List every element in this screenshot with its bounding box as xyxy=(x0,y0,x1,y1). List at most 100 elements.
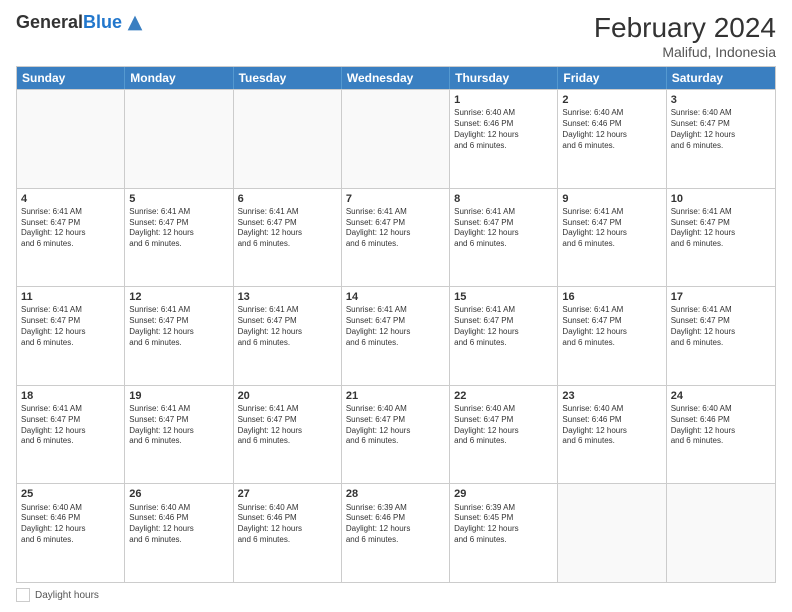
table-row: 28 Sunrise: 6:39 AM Sunset: 6:46 PM Dayli… xyxy=(342,484,450,582)
cell-info: Sunrise: 6:41 AM Sunset: 6:47 PM Dayligh… xyxy=(21,305,120,348)
table-row: 23Sunrise: 6:40 AM Sunset: 6:46 PM Dayli… xyxy=(558,386,666,484)
cell-info: Sunrise: 6:41 AM Sunset: 6:47 PM Dayligh… xyxy=(562,207,661,250)
table-row: 9Sunrise: 6:41 AM Sunset: 6:47 PM Daylig… xyxy=(558,189,666,287)
logo-general: General xyxy=(16,12,83,32)
cell-day-number: 6 xyxy=(238,192,337,206)
table-row: 16Sunrise: 6:41 AM Sunset: 6:47 PM Dayli… xyxy=(558,287,666,385)
cell-info: Sunrise: 6:41 AM Sunset: 6:47 PM Dayligh… xyxy=(129,305,228,348)
cell-info: Sunrise: 6:41 AM Sunset: 6:47 PM Dayligh… xyxy=(21,207,120,250)
table-row: 11Sunrise: 6:41 AM Sunset: 6:47 PM Dayli… xyxy=(17,287,125,385)
month-year: February 2024 xyxy=(594,12,776,44)
cell-day-number: 9 xyxy=(562,192,661,206)
cell-day-number: 11 xyxy=(21,290,120,304)
calendar-row-2: 4Sunrise: 6:41 AM Sunset: 6:47 PM Daylig… xyxy=(17,188,775,287)
table-row: 26 Sunrise: 6:40 AM Sunset: 6:46 PM Dayli… xyxy=(125,484,233,582)
logo-text: GeneralBlue xyxy=(16,13,122,33)
cell-day-number: 12 xyxy=(129,290,228,304)
cell-day-number: 24 xyxy=(671,389,771,403)
cell-day-number: 10 xyxy=(671,192,771,206)
cell-info: Sunrise: 6:41 AM Sunset: 6:47 PM Dayligh… xyxy=(346,305,445,348)
title-block: February 2024 Malifud, Indonesia xyxy=(594,12,776,60)
cell-day-number: 29 xyxy=(454,487,553,501)
table-row: 17Sunrise: 6:41 AM Sunset: 6:47 PM Dayli… xyxy=(667,287,775,385)
footer-label: Daylight hours xyxy=(35,590,99,601)
table-row: 27 Sunrise: 6:40 AM Sunset: 6:46 PM Dayli… xyxy=(234,484,342,582)
cell-day-number: 28 xyxy=(346,487,445,501)
table-row xyxy=(234,90,342,188)
cell-day-number: 21 xyxy=(346,389,445,403)
table-row: 24Sunrise: 6:40 AM Sunset: 6:46 PM Dayli… xyxy=(667,386,775,484)
cell-day-number: 16 xyxy=(562,290,661,304)
table-row: 15Sunrise: 6:41 AM Sunset: 6:47 PM Dayli… xyxy=(450,287,558,385)
table-row: 7Sunrise: 6:41 AM Sunset: 6:47 PM Daylig… xyxy=(342,189,450,287)
cell-info: Sunrise: 6:41 AM Sunset: 6:47 PM Dayligh… xyxy=(346,207,445,250)
cell-day-number: 14 xyxy=(346,290,445,304)
cell-day-number: 8 xyxy=(454,192,553,206)
day-header-friday: Friday xyxy=(558,67,666,89)
cell-day-number: 1 xyxy=(454,93,553,107)
cell-day-number: 7 xyxy=(346,192,445,206)
day-header-sunday: Sunday xyxy=(17,67,125,89)
logo-icon xyxy=(124,12,146,34)
cell-day-number: 2 xyxy=(562,93,661,107)
cell-info: Sunrise: 6:41 AM Sunset: 6:47 PM Dayligh… xyxy=(671,305,771,348)
cell-info: Sunrise: 6:40 AM Sunset: 6:46 PM Dayligh… xyxy=(562,108,661,151)
cell-info: Sunrise: 6:40 AM Sunset: 6:47 PM Dayligh… xyxy=(346,404,445,447)
cell-day-number: 19 xyxy=(129,389,228,403)
cell-day-number: 27 xyxy=(238,487,337,501)
cell-info: Sunrise: 6:40 AM Sunset: 6:46 PM Dayligh… xyxy=(562,404,661,447)
cell-day-number: 3 xyxy=(671,93,771,107)
cell-day-number: 5 xyxy=(129,192,228,206)
calendar-body: 1Sunrise: 6:40 AM Sunset: 6:46 PM Daylig… xyxy=(17,89,775,582)
header: GeneralBlue February 2024 Malifud, Indon… xyxy=(16,12,776,60)
cell-day-number: 26 xyxy=(129,487,228,501)
table-row: 6Sunrise: 6:41 AM Sunset: 6:47 PM Daylig… xyxy=(234,189,342,287)
table-row xyxy=(667,484,775,582)
cell-day-number: 15 xyxy=(454,290,553,304)
day-header-tuesday: Tuesday xyxy=(234,67,342,89)
calendar-row-5: 25 Sunrise: 6:40 AM Sunset: 6:46 PM Dayli… xyxy=(17,483,775,582)
cell-info: Sunrise: 6:39 AM Sunset: 6:46 PM Dayligh… xyxy=(346,503,445,546)
cell-info: Sunrise: 6:40 AM Sunset: 6:46 PM Dayligh… xyxy=(129,503,228,546)
cell-day-number: 18 xyxy=(21,389,120,403)
logo: GeneralBlue xyxy=(16,12,146,34)
day-header-wednesday: Wednesday xyxy=(342,67,450,89)
cell-day-number: 13 xyxy=(238,290,337,304)
table-row: 14Sunrise: 6:41 AM Sunset: 6:47 PM Dayli… xyxy=(342,287,450,385)
table-row: 8Sunrise: 6:41 AM Sunset: 6:47 PM Daylig… xyxy=(450,189,558,287)
table-row: 1Sunrise: 6:40 AM Sunset: 6:46 PM Daylig… xyxy=(450,90,558,188)
cell-info: Sunrise: 6:41 AM Sunset: 6:47 PM Dayligh… xyxy=(238,305,337,348)
location: Malifud, Indonesia xyxy=(594,44,776,60)
cell-info: Sunrise: 6:40 AM Sunset: 6:47 PM Dayligh… xyxy=(454,404,553,447)
table-row: 4Sunrise: 6:41 AM Sunset: 6:47 PM Daylig… xyxy=(17,189,125,287)
cell-info: Sunrise: 6:40 AM Sunset: 6:46 PM Dayligh… xyxy=(238,503,337,546)
table-row: 18Sunrise: 6:41 AM Sunset: 6:47 PM Dayli… xyxy=(17,386,125,484)
cell-day-number: 23 xyxy=(562,389,661,403)
cell-day-number: 20 xyxy=(238,389,337,403)
day-header-monday: Monday xyxy=(125,67,233,89)
cell-info: Sunrise: 6:41 AM Sunset: 6:47 PM Dayligh… xyxy=(129,404,228,447)
cell-info: Sunrise: 6:40 AM Sunset: 6:46 PM Dayligh… xyxy=(21,503,120,546)
cell-day-number: 17 xyxy=(671,290,771,304)
table-row: 22Sunrise: 6:40 AM Sunset: 6:47 PM Dayli… xyxy=(450,386,558,484)
cell-info: Sunrise: 6:40 AM Sunset: 6:46 PM Dayligh… xyxy=(454,108,553,151)
table-row xyxy=(558,484,666,582)
page: GeneralBlue February 2024 Malifud, Indon… xyxy=(0,0,792,612)
calendar-row-3: 11Sunrise: 6:41 AM Sunset: 6:47 PM Dayli… xyxy=(17,286,775,385)
cell-info: Sunrise: 6:41 AM Sunset: 6:47 PM Dayligh… xyxy=(238,207,337,250)
cell-day-number: 22 xyxy=(454,389,553,403)
calendar-header: SundayMondayTuesdayWednesdayThursdayFrid… xyxy=(17,67,775,89)
cell-info: Sunrise: 6:39 AM Sunset: 6:45 PM Dayligh… xyxy=(454,503,553,546)
calendar-row-4: 18Sunrise: 6:41 AM Sunset: 6:47 PM Dayli… xyxy=(17,385,775,484)
cell-info: Sunrise: 6:41 AM Sunset: 6:47 PM Dayligh… xyxy=(21,404,120,447)
cell-day-number: 4 xyxy=(21,192,120,206)
table-row xyxy=(17,90,125,188)
table-row: 20Sunrise: 6:41 AM Sunset: 6:47 PM Dayli… xyxy=(234,386,342,484)
cell-info: Sunrise: 6:41 AM Sunset: 6:47 PM Dayligh… xyxy=(671,207,771,250)
table-row xyxy=(125,90,233,188)
cell-info: Sunrise: 6:41 AM Sunset: 6:47 PM Dayligh… xyxy=(454,207,553,250)
cell-day-number: 25 xyxy=(21,487,120,501)
table-row: 25 Sunrise: 6:40 AM Sunset: 6:46 PM Dayli… xyxy=(17,484,125,582)
cell-info: Sunrise: 6:41 AM Sunset: 6:47 PM Dayligh… xyxy=(129,207,228,250)
table-row: 10Sunrise: 6:41 AM Sunset: 6:47 PM Dayli… xyxy=(667,189,775,287)
